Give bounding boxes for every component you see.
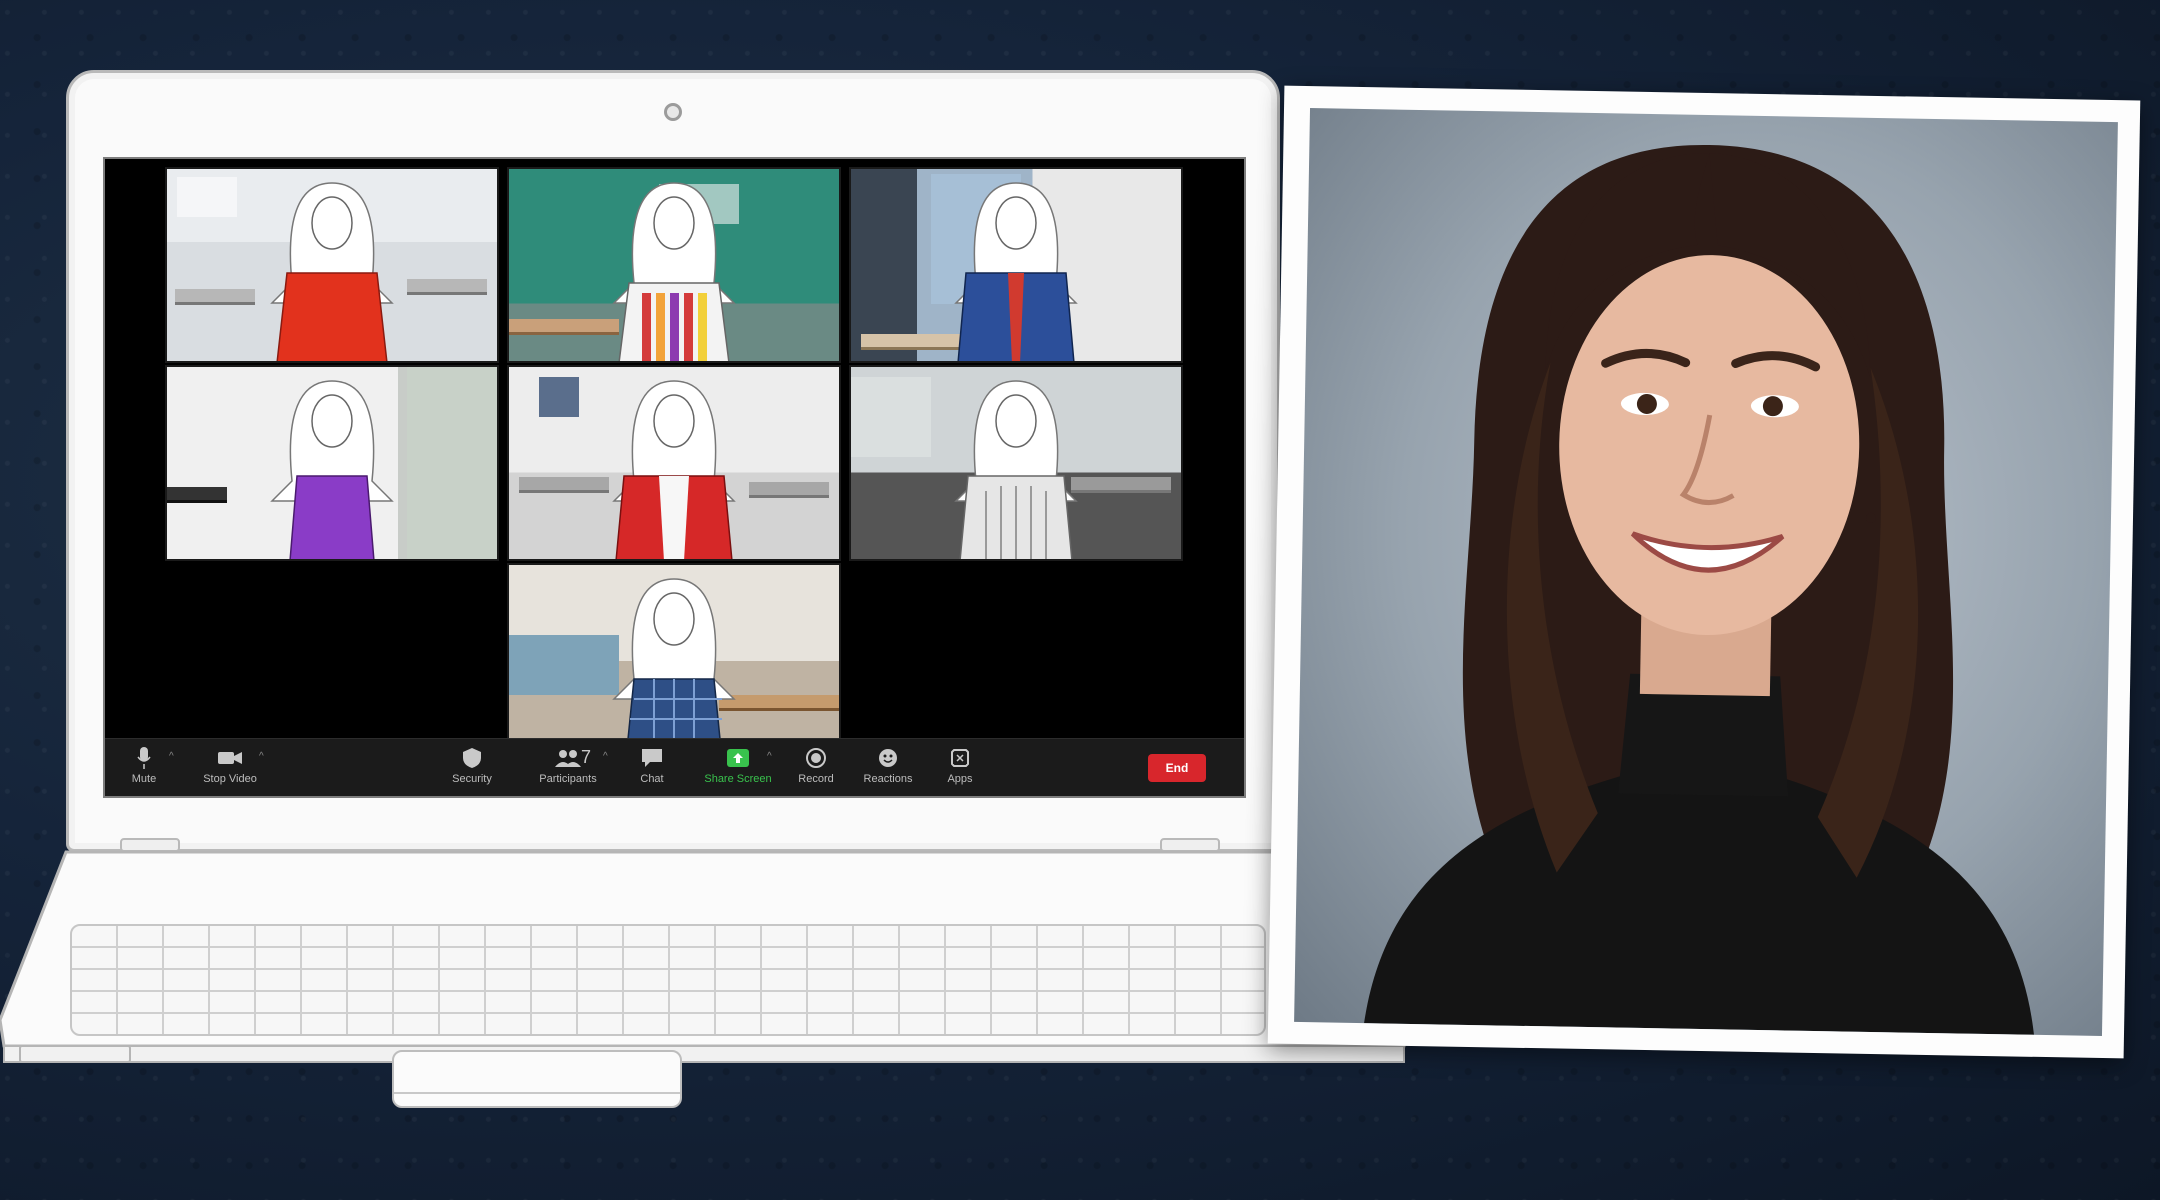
participant-tile[interactable] xyxy=(507,563,841,759)
reactions-icon xyxy=(875,745,901,771)
sketch-person-figure xyxy=(612,182,736,361)
share-screen-icon xyxy=(725,745,751,771)
security-label: Security xyxy=(452,773,492,785)
video-camera-icon xyxy=(217,745,243,771)
apps-button[interactable]: Apps xyxy=(921,745,999,793)
record-label: Record xyxy=(798,773,834,785)
reactions-label: Reactions xyxy=(863,773,913,785)
share-screen-label: Share Screen xyxy=(704,773,772,785)
chevron-up-icon[interactable]: ^ xyxy=(767,751,772,762)
shield-icon xyxy=(459,745,485,771)
webcam xyxy=(664,103,682,121)
participant-tile[interactable] xyxy=(849,365,1183,561)
apps-label: Apps xyxy=(947,773,973,785)
stop-video-label: Stop Video xyxy=(203,773,257,785)
participants-label: Participants xyxy=(539,773,597,785)
mute-label: Mute xyxy=(131,773,157,785)
chat-button[interactable]: Chat xyxy=(613,745,691,793)
participants-button[interactable]: Participants xyxy=(529,745,607,793)
chat-label: Chat xyxy=(640,773,664,785)
sketch-person-figure xyxy=(954,380,1078,559)
participant-tile[interactable] xyxy=(165,365,499,561)
chevron-up-icon[interactable]: ^ xyxy=(169,751,174,762)
portrait-person xyxy=(1364,145,2034,1035)
meeting-toolbar: Mute ^ Stop Video ^ Security Participant… xyxy=(105,738,1244,796)
participant-count: 7 xyxy=(581,747,592,767)
sketch-person-figure xyxy=(270,380,394,559)
apps-icon xyxy=(947,745,973,771)
participants-icon xyxy=(555,745,581,771)
laptop-lid: Mute ^ Stop Video ^ Security Participant… xyxy=(66,70,1280,852)
zoom-meeting-window: Mute ^ Stop Video ^ Security Participant… xyxy=(103,157,1246,798)
chevron-up-icon[interactable]: ^ xyxy=(603,751,608,762)
stop-video-button[interactable]: Stop Video xyxy=(191,745,269,793)
sketch-person-figure xyxy=(612,380,736,559)
sketch-person-figure xyxy=(954,182,1078,361)
participant-tile[interactable] xyxy=(507,365,841,561)
chevron-up-icon[interactable]: ^ xyxy=(259,751,264,762)
participant-tile[interactable] xyxy=(849,167,1183,363)
end-meeting-button[interactable]: End xyxy=(1148,754,1206,782)
portrait-photo xyxy=(1294,108,2118,1037)
microphone-icon xyxy=(131,745,157,771)
sketch-person-figure xyxy=(612,578,736,757)
security-button[interactable]: Security xyxy=(433,745,511,793)
keyboard xyxy=(70,924,1266,1036)
participant-tile[interactable] xyxy=(507,167,841,363)
touchpad xyxy=(392,1050,682,1108)
record-button[interactable]: Record xyxy=(777,745,855,793)
share-screen-button[interactable]: Share Screen xyxy=(699,745,777,793)
record-icon xyxy=(803,745,829,771)
sketch-person-figure xyxy=(270,182,394,361)
laptop-illustration: Mute ^ Stop Video ^ Security Participant… xyxy=(0,60,1420,1120)
portrait-photo-frame xyxy=(1267,85,2141,1059)
reactions-button[interactable]: Reactions xyxy=(849,745,927,793)
chat-icon xyxy=(639,745,665,771)
video-gallery xyxy=(105,159,1244,759)
participant-tile[interactable] xyxy=(165,167,499,363)
